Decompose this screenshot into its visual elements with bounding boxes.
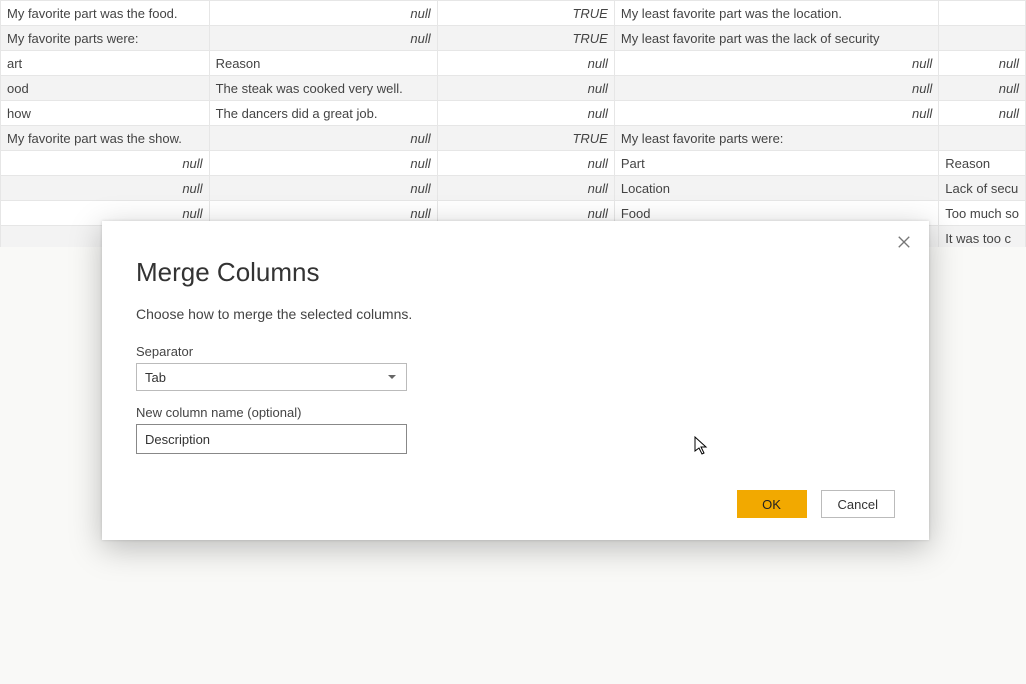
table-cell[interactable]: TRUE [437, 126, 614, 151]
table-row[interactable]: artReasonnullnullnull [1, 51, 1026, 76]
merge-columns-dialog: Merge Columns Choose how to merge the se… [102, 221, 929, 540]
dialog-subtitle: Choose how to merge the selected columns… [136, 306, 895, 322]
table-cell[interactable]: My favorite parts were: [1, 26, 210, 51]
table-cell[interactable]: Reason [209, 51, 437, 76]
table-cell[interactable]: null [939, 76, 1026, 101]
table-cell[interactable]: The steak was cooked very well. [209, 76, 437, 101]
table-cell[interactable]: null [209, 151, 437, 176]
cancel-button[interactable]: Cancel [821, 490, 895, 518]
table-cell[interactable]: My least favorite part was the location. [614, 1, 938, 26]
table-cell[interactable] [939, 126, 1026, 151]
table-cell[interactable]: Location [614, 176, 938, 201]
table-cell[interactable]: null [209, 126, 437, 151]
table-row[interactable]: My favorite part was the food.nullTRUEMy… [1, 1, 1026, 26]
table-cell[interactable]: The dancers did a great job. [209, 101, 437, 126]
dialog-title: Merge Columns [136, 257, 895, 288]
table-cell[interactable]: Part [614, 151, 938, 176]
table-cell[interactable]: Lack of secu [939, 176, 1026, 201]
table-row[interactable]: nullnullnullLocationLack of secu [1, 176, 1026, 201]
table-cell[interactable]: Reason [939, 151, 1026, 176]
table-cell[interactable]: Too much so [939, 201, 1026, 226]
table-cell[interactable]: null [437, 151, 614, 176]
table-cell[interactable]: null [614, 101, 938, 126]
table-row[interactable]: howThe dancers did a great job.nullnulln… [1, 101, 1026, 126]
table-cell[interactable] [939, 1, 1026, 26]
new-column-name-input[interactable] [136, 424, 407, 454]
table-cell[interactable]: ood [1, 76, 210, 101]
table-cell[interactable]: null [437, 51, 614, 76]
ok-button[interactable]: OK [737, 490, 807, 518]
table-row[interactable]: My favorite part was the show.nullTRUEMy… [1, 126, 1026, 151]
table-cell[interactable]: null [1, 176, 210, 201]
table-cell[interactable]: null [209, 176, 437, 201]
chevron-down-icon [388, 375, 396, 379]
new-column-name-label: New column name (optional) [136, 405, 895, 420]
table-row[interactable]: oodThe steak was cooked very well.nullnu… [1, 76, 1026, 101]
table-cell[interactable]: My favorite part was the food. [1, 1, 210, 26]
separator-label: Separator [136, 344, 895, 359]
data-grid[interactable]: My favorite part was the food.nullTRUEMy… [0, 0, 1026, 251]
table-cell[interactable]: null [209, 26, 437, 51]
table-row[interactable]: My favorite parts were:nullTRUEMy least … [1, 26, 1026, 51]
table-cell[interactable]: art [1, 51, 210, 76]
table-cell[interactable]: TRUE [437, 1, 614, 26]
table-cell[interactable]: null [1, 151, 210, 176]
table-cell[interactable]: how [1, 101, 210, 126]
table-cell[interactable]: null [437, 176, 614, 201]
table-cell[interactable]: null [437, 76, 614, 101]
table-cell[interactable]: null [939, 101, 1026, 126]
table-row[interactable]: nullnullnullPartReason [1, 151, 1026, 176]
close-icon[interactable] [895, 235, 913, 253]
dialog-buttons: OK Cancel [737, 490, 895, 518]
table-cell[interactable]: null [614, 51, 938, 76]
table-cell[interactable]: My least favorite parts were: [614, 126, 938, 151]
table-cell[interactable]: null [209, 1, 437, 26]
separator-value: Tab [145, 370, 388, 385]
separator-dropdown[interactable]: Tab [136, 363, 407, 391]
table-cell[interactable]: My favorite part was the show. [1, 126, 210, 151]
table-cell[interactable] [939, 26, 1026, 51]
table-cell[interactable]: My least favorite part was the lack of s… [614, 26, 938, 51]
table-cell[interactable]: null [437, 101, 614, 126]
table-cell[interactable]: null [939, 51, 1026, 76]
table-cell[interactable]: TRUE [437, 26, 614, 51]
table-cell[interactable]: null [614, 76, 938, 101]
